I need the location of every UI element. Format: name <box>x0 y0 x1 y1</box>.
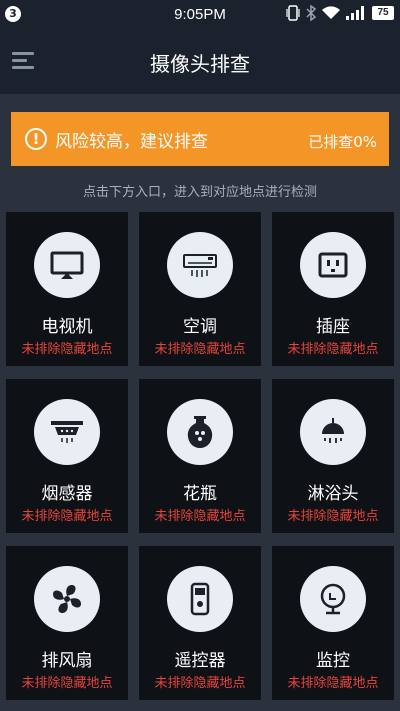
status-bar: 3 9:05PM 75 <box>0 0 400 30</box>
location-status: 未排除隐藏地点 <box>154 342 246 357</box>
location-grid: 电视机 未排除隐藏地点 空调 未排除隐藏地点 插座 未排除隐藏地点 烟感器 未排… <box>6 212 395 702</box>
air-conditioner-icon <box>183 254 217 277</box>
vase-icon <box>187 416 213 448</box>
camera-icon <box>320 583 346 615</box>
battery-icon: 75 <box>372 6 394 20</box>
location-label: 排风扇 <box>41 651 93 671</box>
icon-circle <box>34 566 100 632</box>
socket-icon <box>318 252 348 278</box>
bluetooth-icon <box>306 5 316 21</box>
location-status: 未排除隐藏地点 <box>287 509 379 524</box>
location-socket[interactable]: 插座 未排除隐藏地点 <box>272 212 394 366</box>
location-status: 未排除隐藏地点 <box>21 509 113 524</box>
vibrate-icon <box>286 5 300 21</box>
icon-circle <box>300 399 366 465</box>
location-status: 未排除隐藏地点 <box>154 676 246 691</box>
wifi-icon <box>322 6 340 20</box>
location-label: 淋浴头 <box>307 484 359 504</box>
location-status: 未排除隐藏地点 <box>21 342 113 357</box>
remote-icon <box>190 582 210 616</box>
risk-text: 风险较高，建议排查 <box>55 131 208 152</box>
location-tv[interactable]: 电视机 未排除隐藏地点 <box>6 212 128 366</box>
icon-circle <box>167 232 233 298</box>
location-label: 空调 <box>183 317 217 337</box>
icon-circle <box>300 232 366 298</box>
smoke-detector-icon <box>51 421 83 443</box>
tv-icon <box>50 251 84 279</box>
hint-text: 点击下方入口，进入到对应地点进行检测 <box>82 185 317 200</box>
location-label: 花瓶 <box>183 484 217 504</box>
location-camera[interactable]: 监控 未排除隐藏地点 <box>272 546 394 700</box>
location-label: 插座 <box>316 317 350 337</box>
location-status: 未排除隐藏地点 <box>21 676 113 691</box>
risk-banner: ! 风险较高，建议排查 已排查0% <box>11 112 389 166</box>
location-air-conditioner[interactable]: 空调 未排除隐藏地点 <box>139 212 261 366</box>
icon-circle <box>167 566 233 632</box>
icon-circle <box>300 566 366 632</box>
location-label: 监控 <box>316 651 350 671</box>
shower-icon <box>322 418 344 443</box>
page-title: 摄像头排查 <box>150 52 250 76</box>
app-bar: 摄像头排查 <box>0 30 400 94</box>
icon-circle <box>167 399 233 465</box>
location-label: 遥控器 <box>174 651 226 671</box>
location-label: 烟感器 <box>41 484 93 504</box>
location-shower[interactable]: 淋浴头 未排除隐藏地点 <box>272 379 394 533</box>
location-fan[interactable]: 排风扇 未排除隐藏地点 <box>6 546 128 700</box>
fan-icon <box>53 585 81 613</box>
location-status: 未排除隐藏地点 <box>287 676 379 691</box>
location-remote[interactable]: 遥控器 未排除隐藏地点 <box>139 546 261 700</box>
status-icons: 75 <box>286 5 394 21</box>
location-vase[interactable]: 花瓶 未排除隐藏地点 <box>139 379 261 533</box>
icon-circle <box>34 232 100 298</box>
check-progress: 已排查0% <box>308 133 377 151</box>
location-status: 未排除隐藏地点 <box>154 509 246 524</box>
location-smoke-detector[interactable]: 烟感器 未排除隐藏地点 <box>6 379 128 533</box>
location-label: 电视机 <box>41 317 93 337</box>
location-status: 未排除隐藏地点 <box>287 342 379 357</box>
warning-icon: ! <box>25 128 47 150</box>
icon-circle <box>34 399 100 465</box>
signal-icon <box>346 6 364 20</box>
